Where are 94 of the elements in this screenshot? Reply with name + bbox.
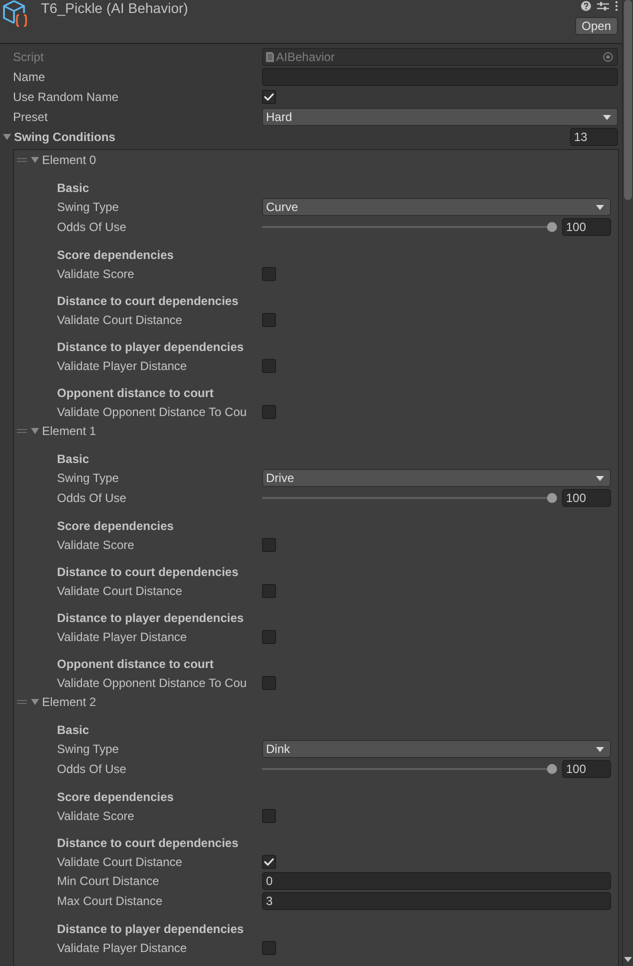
section-heading: Score dependencies [57, 246, 174, 264]
target-icon[interactable] [603, 52, 613, 62]
field-value: AIBehavior [276, 49, 336, 66]
section-heading: Distance to court dependencies [57, 834, 238, 852]
section-heading: Basic [57, 180, 90, 196]
caret-down-icon [603, 114, 611, 120]
field-label: Validate Player Distance [57, 940, 188, 956]
checkbox[interactable] [262, 358, 276, 372]
caret-down-icon [596, 746, 604, 752]
slider-thumb[interactable] [547, 764, 557, 774]
checkbox[interactable] [262, 538, 276, 552]
slider-track[interactable] [262, 493, 557, 503]
slider-thumb[interactable] [547, 493, 557, 503]
field-label: Swing Type [57, 199, 120, 216]
checkbox[interactable] [262, 584, 276, 598]
number-field[interactable]: 0 [262, 872, 611, 890]
section-heading: Distance to court dependencies [57, 564, 238, 580]
scrollbar[interactable] [622, 0, 633, 966]
section-heading: Distance to player dependencies [57, 338, 244, 356]
section-heading: Distance to player dependencies [57, 920, 244, 938]
more-icon[interactable] [615, 0, 618, 10]
dropdown[interactable]: Drive [262, 469, 611, 487]
script-file-icon [266, 52, 274, 62]
checkbox[interactable] [262, 266, 276, 280]
window-title: T6_Pickle (AI Behavior) [41, 0, 188, 16]
field-label: Odds Of Use [57, 490, 128, 507]
caret-down-icon [596, 476, 604, 480]
caret-down-icon[interactable] [31, 156, 39, 164]
checkbox[interactable] [262, 854, 276, 868]
field-label: Script [13, 49, 45, 66]
field-label: Validate Player Distance [57, 358, 188, 374]
section-heading: Opponent distance to court [57, 656, 214, 672]
section-heading: Distance to court dependencies [57, 292, 238, 310]
scrollbar-thumb[interactable] [624, 0, 632, 200]
number-field[interactable]: 100 [562, 218, 611, 236]
checkmark-icon [264, 93, 274, 101]
element-label[interactable]: Element 2 [42, 693, 96, 711]
caret-down-icon [596, 204, 604, 210]
field-label: Validate Court Distance [57, 582, 184, 600]
caret-down-icon[interactable] [3, 133, 11, 141]
caret-down-icon[interactable] [624, 957, 632, 962]
section-heading: Score dependencies [57, 518, 174, 534]
element-label[interactable]: Element 1 [42, 422, 96, 440]
open-button[interactable]: Open [574, 17, 618, 35]
dropdown[interactable]: Dink [262, 740, 611, 758]
field-label: Validate Player Distance [57, 628, 188, 646]
field-label: Validate Score [57, 808, 136, 824]
section-heading: Basic [57, 450, 90, 468]
field-label: Preset [13, 109, 49, 126]
checkbox[interactable] [262, 404, 276, 418]
field-label: Max Court Distance [57, 893, 164, 910]
field-label: Validate Opponent Distance To Cou [57, 674, 248, 692]
section-heading: Opponent distance to court [57, 384, 214, 402]
dropdown[interactable]: Curve [262, 198, 611, 216]
sliders-icon[interactable] [597, 0, 609, 10]
element-label[interactable]: Element 0 [42, 151, 96, 169]
field-label: Min Court Distance [57, 873, 160, 890]
number-field[interactable]: 100 [562, 489, 611, 507]
checkbox[interactable] [262, 676, 276, 690]
field-label: Validate Court Distance [57, 854, 184, 870]
count-field[interactable]: 13 [570, 128, 618, 146]
field-label: Validate Opponent Distance To Cou [57, 404, 248, 420]
checkbox[interactable] [262, 90, 276, 104]
slider-track[interactable] [262, 222, 557, 232]
foldout-label[interactable]: Swing Conditions [14, 128, 116, 146]
slider-thumb[interactable] [547, 222, 557, 232]
dropdown[interactable]: Hard [262, 108, 618, 126]
field-label: Validate Court Distance [57, 312, 184, 328]
caret-down-icon[interactable] [31, 427, 39, 435]
number-field[interactable]: 100 [562, 760, 611, 778]
section-heading: Score dependencies [57, 788, 174, 806]
cube-braces-icon [2, 0, 30, 28]
section-heading: Basic [57, 722, 90, 738]
checkbox[interactable] [262, 312, 276, 326]
checkbox[interactable] [262, 808, 276, 822]
field-label: Odds Of Use [57, 219, 128, 236]
slider-track[interactable] [262, 764, 557, 774]
field-label: Use Random Name [13, 89, 120, 106]
field-label: Validate Score [57, 266, 136, 282]
field-label: Swing Type [57, 741, 120, 758]
checkmark-icon [264, 858, 274, 866]
checkbox[interactable] [262, 940, 276, 954]
caret-down-icon[interactable] [31, 698, 39, 706]
section-heading: Distance to player dependencies [57, 610, 244, 626]
field-label: Swing Type [57, 470, 120, 487]
drag-handle-icon[interactable] [17, 700, 27, 704]
drag-handle-icon[interactable] [17, 429, 27, 433]
field-label: Name [13, 69, 46, 86]
field-label: Validate Score [57, 536, 136, 554]
checkbox[interactable] [262, 630, 276, 644]
field-label: Odds Of Use [57, 761, 128, 778]
drag-handle-icon[interactable] [17, 158, 27, 162]
number-field[interactable]: 3 [262, 892, 611, 910]
help-icon[interactable] [581, 0, 591, 10]
